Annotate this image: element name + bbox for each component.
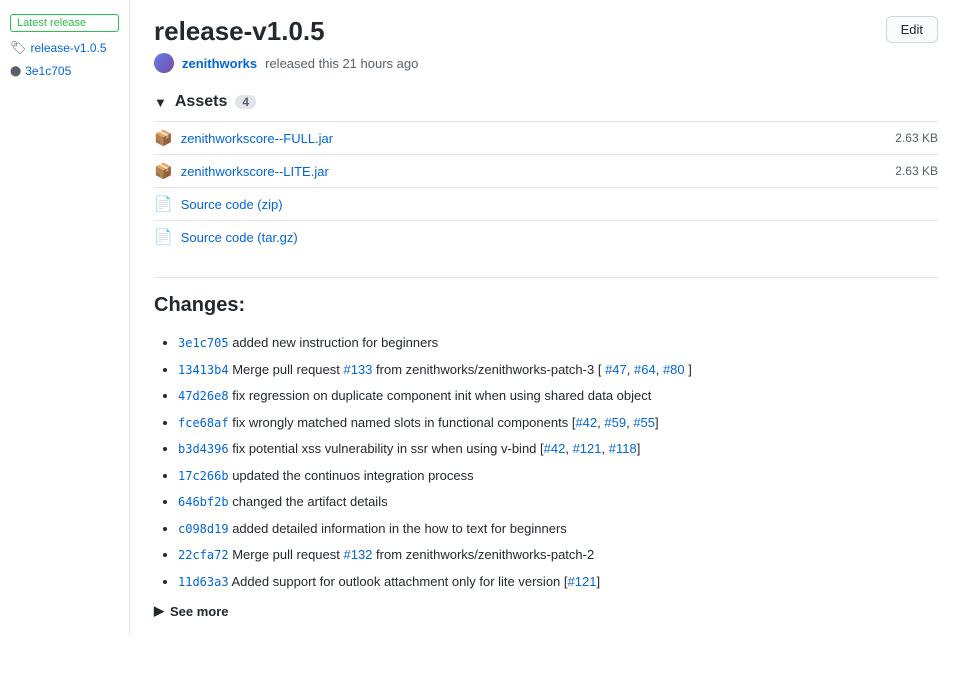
edit-button[interactable]: Edit	[886, 16, 938, 43]
issue-ref-link[interactable]: #42	[575, 415, 597, 430]
commit-text3: ]	[637, 441, 641, 456]
commit-text: Added support for outlook attachment onl…	[231, 574, 567, 589]
commit-list-item: 13413b4 Merge pull request #133 from zen…	[178, 360, 938, 380]
asset-link[interactable]: Source code (tar.gz)	[181, 230, 298, 245]
asset-left: 📄 Source code (zip)	[154, 195, 283, 213]
asset-type-icon: 📄	[154, 195, 173, 213]
chevron-right-icon: ▶	[154, 603, 164, 619]
commit-list-item: c098d19 added detailed information in th…	[178, 519, 938, 539]
asset-link[interactable]: Source code (zip)	[181, 197, 283, 212]
commit-hash-link[interactable]: 47d26e8	[178, 389, 229, 403]
asset-type-icon: 📦	[154, 129, 173, 147]
tag-icon: 🏷	[10, 40, 27, 56]
see-more-label: See more	[170, 604, 229, 619]
sidebar-tag-name: release-v1.0.5	[31, 41, 107, 55]
sidebar-commit-row[interactable]: ⬤ 3e1c705	[10, 64, 119, 78]
author-link[interactable]: zenithworks	[182, 56, 257, 71]
issue-ref-link[interactable]: #118	[609, 441, 637, 456]
commit-text: fix wrongly matched named slots in funct…	[232, 415, 575, 430]
asset-item: 📄 Source code (tar.gz)	[154, 220, 938, 253]
commit-hash-link[interactable]: 3e1c705	[178, 336, 229, 350]
issue-ref-link[interactable]: #42	[544, 441, 566, 456]
assets-list: 📦 zenithworkscore--FULL.jar 2.63 KB 📦 ze…	[154, 121, 938, 253]
sidebar-tag-row[interactable]: 🏷 release-v1.0.5	[10, 40, 119, 56]
release-description: released this 21 hours ago	[265, 56, 418, 71]
commit-text3: ]	[685, 362, 692, 377]
commit-list-item: 22cfa72 Merge pull request #132 from zen…	[178, 545, 938, 565]
asset-item: 📦 zenithworkscore--FULL.jar 2.63 KB	[154, 121, 938, 154]
commit-text2: from zenithworks/zenithworks-patch-2	[372, 547, 594, 562]
asset-link[interactable]: zenithworkscore--LITE.jar	[181, 164, 329, 179]
issue-ref-link[interactable]: #80	[663, 362, 685, 377]
commit-icon: ⬤	[10, 66, 21, 77]
sidebar-commit-hash: 3e1c705	[25, 64, 71, 78]
commit-text: updated the continuos integration proces…	[232, 468, 473, 483]
issue-ref-link[interactable]: #121	[568, 574, 597, 589]
assets-title: Assets	[175, 93, 227, 111]
pr-link[interactable]: #132	[343, 547, 372, 562]
asset-type-icon: 📄	[154, 228, 173, 246]
commit-hash-link[interactable]: 17c266b	[178, 469, 229, 483]
commit-hash-link[interactable]: 11d63a3	[178, 575, 229, 589]
commit-hash-link[interactable]: c098d19	[178, 522, 229, 536]
release-header: release-v1.0.5 Edit	[154, 16, 938, 47]
commit-list-item: fce68af fix wrongly matched named slots …	[178, 413, 938, 433]
latest-release-badge: Latest release	[10, 14, 119, 32]
commit-hash-link[interactable]: 22cfa72	[178, 548, 229, 562]
commit-hash-link[interactable]: b3d4396	[178, 442, 229, 456]
issue-ref-link[interactable]: #64	[634, 362, 656, 377]
commit-text: Merge pull request	[232, 362, 343, 377]
commit-list-item: 11d63a3 Added support for outlook attach…	[178, 572, 938, 592]
commit-hash-link[interactable]: 13413b4	[178, 363, 229, 377]
commit-text: fix regression on duplicate component in…	[232, 388, 651, 403]
see-more-row[interactable]: ▶ See more	[154, 603, 938, 619]
issue-ref-link[interactable]: #47	[605, 362, 627, 377]
commit-list-item: b3d4396 fix potential xss vulnerability …	[178, 439, 938, 459]
sidebar: Latest release 🏷 release-v1.0.5 ⬤ 3e1c70…	[0, 0, 130, 635]
commit-list-item: 646bf2b changed the artifact details	[178, 492, 938, 512]
asset-left: 📦 zenithworkscore--FULL.jar	[154, 129, 333, 147]
commit-text: added new instruction for beginners	[232, 335, 438, 350]
asset-item: 📄 Source code (zip)	[154, 187, 938, 220]
asset-size: 2.63 KB	[895, 164, 938, 178]
commit-text3: ]	[655, 415, 659, 430]
commit-list-item: 17c266b updated the continuos integratio…	[178, 466, 938, 486]
commit-list-item: 3e1c705 added new instruction for beginn…	[178, 333, 938, 353]
commit-text: changed the artifact details	[232, 494, 387, 509]
release-title: release-v1.0.5	[154, 16, 325, 47]
issue-ref-link[interactable]: #121	[573, 441, 602, 456]
commit-hash-link[interactable]: 646bf2b	[178, 495, 229, 509]
changes-title: Changes:	[154, 294, 938, 317]
changes-section: Changes: 3e1c705 added new instruction f…	[154, 277, 938, 619]
asset-size: 2.63 KB	[895, 131, 938, 145]
asset-item: 📦 zenithworkscore--LITE.jar 2.63 KB	[154, 154, 938, 187]
avatar	[154, 53, 174, 73]
asset-left: 📄 Source code (tar.gz)	[154, 228, 298, 246]
asset-link[interactable]: zenithworkscore--FULL.jar	[181, 131, 333, 146]
commit-text: fix potential xss vulnerability in ssr w…	[232, 441, 543, 456]
asset-left: 📦 zenithworkscore--LITE.jar	[154, 162, 329, 180]
main-content: release-v1.0.5 Edit zenithworks released…	[130, 0, 962, 635]
commit-text3: ]	[596, 574, 600, 589]
assets-header[interactable]: ▼ Assets 4	[154, 93, 938, 111]
commit-text: added detailed information in the how to…	[232, 521, 567, 536]
issue-ref-link[interactable]: #59	[604, 415, 626, 430]
assets-section: ▼ Assets 4 📦 zenithworkscore--FULL.jar 2…	[154, 93, 938, 253]
issue-ref-link[interactable]: #55	[633, 415, 655, 430]
commit-list-item: 47d26e8 fix regression on duplicate comp…	[178, 386, 938, 406]
commit-text: Merge pull request	[232, 547, 343, 562]
commit-list: 3e1c705 added new instruction for beginn…	[154, 333, 938, 591]
pr-link[interactable]: #133	[343, 362, 372, 377]
commit-text2: from zenithworks/zenithworks-patch-3 [	[372, 362, 601, 377]
asset-type-icon: 📦	[154, 162, 173, 180]
assets-count: 4	[235, 95, 256, 109]
chevron-down-icon: ▼	[154, 95, 167, 110]
commit-hash-link[interactable]: fce68af	[178, 416, 229, 430]
release-meta: zenithworks released this 21 hours ago	[154, 53, 938, 73]
